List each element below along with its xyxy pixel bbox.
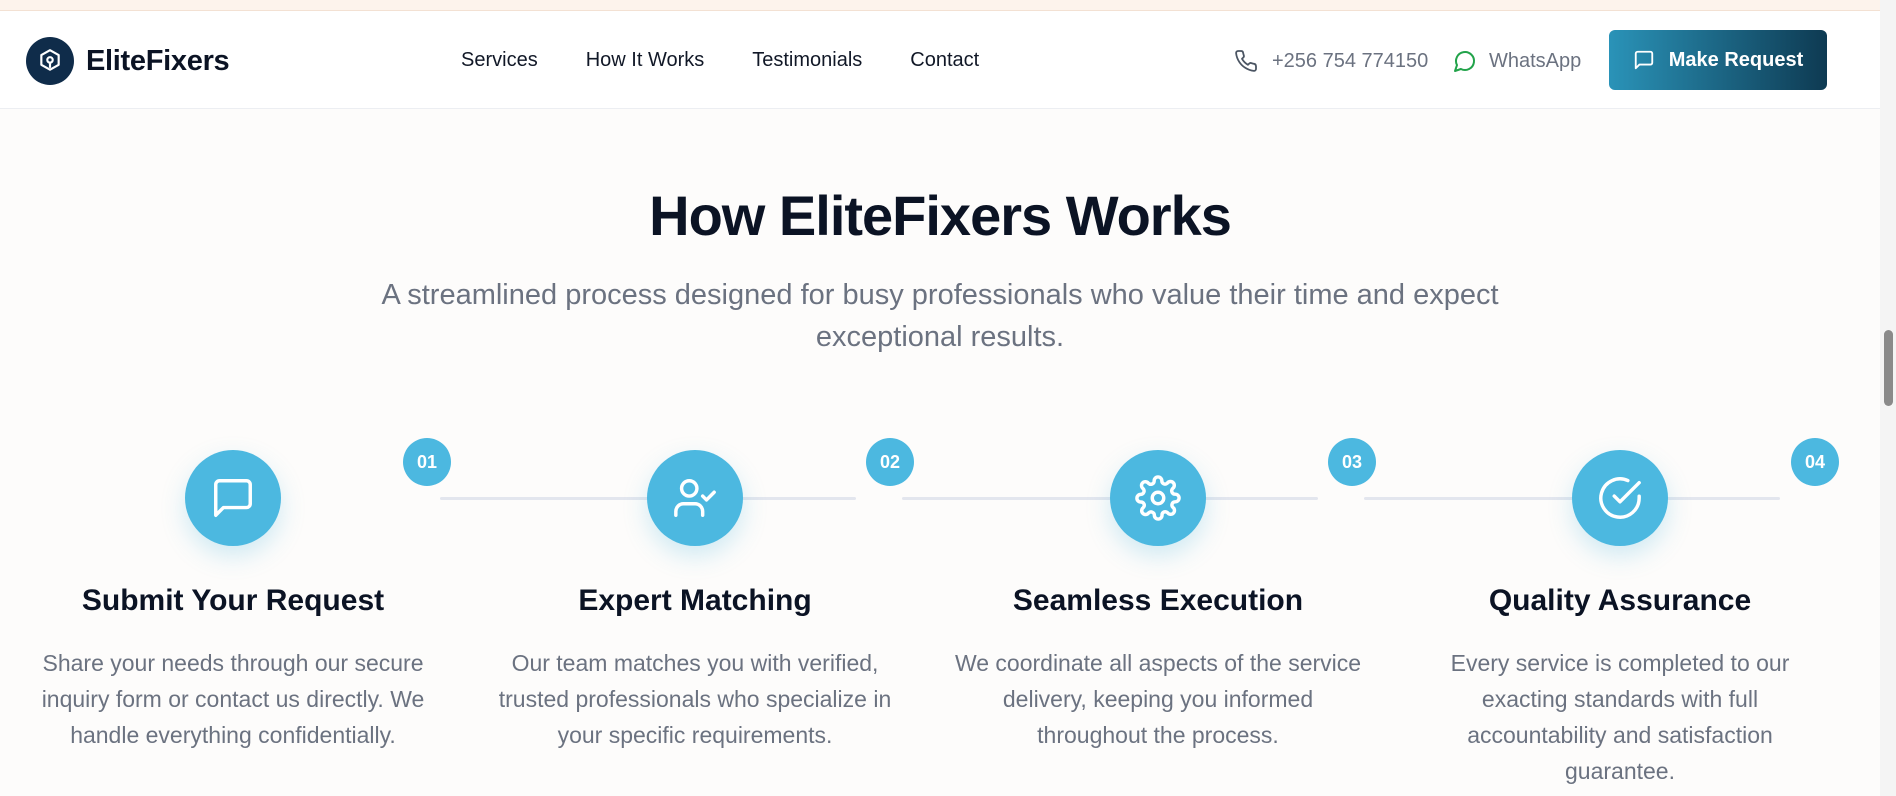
main-nav: Services How It Works Testimonials Conta… <box>461 49 1027 72</box>
nav-link-contact[interactable]: Contact <box>910 49 979 72</box>
phone-icon <box>1235 50 1257 72</box>
step-1-number-badge: 01 <box>403 438 451 486</box>
step-4-description: Every service is completed to our exacti… <box>1450 650 1790 784</box>
step-3-title: Seamless Execution <box>1012 584 1304 617</box>
step-3-description: We coordinate all aspects of the service… <box>954 650 1362 748</box>
step-3-icon-circle <box>1110 450 1206 546</box>
site-header: EliteFixers Services How It Works Testim… <box>0 11 1880 109</box>
step-1-icon-circle <box>185 450 281 546</box>
message-icon <box>1634 50 1653 70</box>
step-4-icon-circle <box>1572 450 1668 546</box>
section-subtitle: A streamlined process designed for busy … <box>340 274 1540 358</box>
check-circle-icon <box>1599 477 1641 519</box>
make-request-label: Make Request <box>1668 48 1804 71</box>
step-1-title: Submit Your Request <box>81 584 385 617</box>
whatsapp-link[interactable]: WhatsApp <box>1453 49 1581 73</box>
step-2-icon-circle <box>647 450 743 546</box>
whatsapp-label: WhatsApp <box>1489 49 1582 72</box>
step-1-description: Share your needs through our secure inqu… <box>41 650 425 748</box>
step-4-number-badge: 04 <box>1791 438 1839 486</box>
nav-link-testimonials[interactable]: Testimonials <box>752 49 862 72</box>
scrollbar-thumb[interactable] <box>1884 330 1893 406</box>
section-title: How EliteFixers Works <box>649 184 1232 247</box>
step-2-number-badge: 02 <box>866 438 914 486</box>
page-scrollbar[interactable] <box>1880 0 1896 796</box>
make-request-button[interactable]: Make Request <box>1609 30 1827 90</box>
step-4-title: Quality Assurance <box>1488 584 1752 617</box>
section-subtitle-line-2: exceptional results. <box>815 321 1065 353</box>
step-3-number-badge: 03 <box>1328 438 1376 486</box>
message-square-icon <box>214 479 252 517</box>
user-check-icon <box>674 479 716 517</box>
phone-number: +256 754 774150 <box>1272 49 1429 72</box>
whatsapp-icon <box>1454 51 1475 72</box>
logo-mark-icon <box>26 37 74 85</box>
step-2-title: Expert Matching <box>578 584 812 617</box>
brand-logo[interactable]: EliteFixers <box>26 37 230 85</box>
nav-link-how-it-works[interactable]: How It Works <box>586 49 705 72</box>
brand-name: EliteFixers <box>86 44 230 77</box>
top-accent-strip <box>0 0 1880 11</box>
section-subtitle-line-1: A streamlined process designed for busy … <box>381 279 1499 311</box>
step-2-description: Our team matches you with verified, trus… <box>498 650 892 748</box>
phone-link[interactable]: +256 754 774150 <box>1234 49 1428 73</box>
settings-gear-icon <box>1135 475 1181 521</box>
nav-link-services[interactable]: Services <box>461 49 538 72</box>
